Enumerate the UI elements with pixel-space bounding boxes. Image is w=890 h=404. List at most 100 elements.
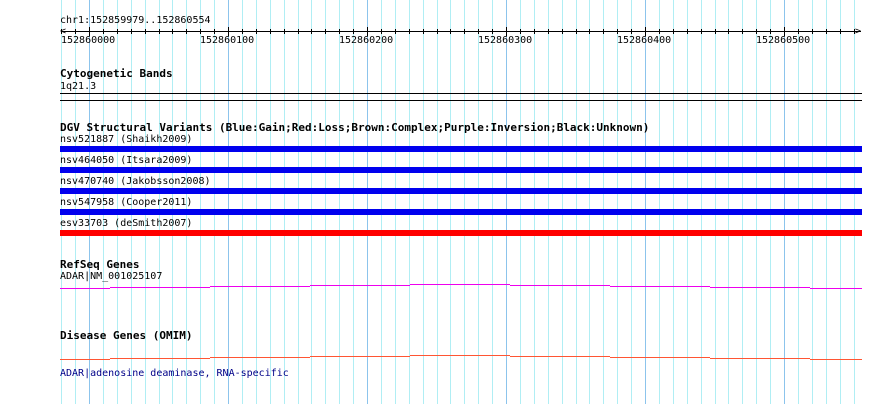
minor-grid-line: [450, 0, 451, 404]
minor-grid-line: [492, 0, 493, 404]
dgv-variant-label[interactable]: nsv547958 (Cooper2011): [60, 197, 192, 208]
dgv-variant-label[interactable]: nsv464050 (Itsara2009): [60, 155, 192, 166]
ruler-tick: [728, 29, 729, 34]
minor-grid-line: [687, 0, 688, 404]
ruler-tick: [840, 29, 841, 34]
ruler-tick: [131, 29, 132, 34]
ruler-label: 152860000: [61, 35, 116, 46]
dgv-variant-bar[interactable]: [60, 188, 862, 194]
ruler-tick: [506, 27, 507, 36]
gene-segment: [810, 359, 862, 360]
ruler-tick: [520, 29, 521, 34]
ruler-tick: [409, 29, 410, 34]
ruler-tick: [617, 29, 618, 34]
gene-segment: [60, 288, 110, 289]
ruler-tick: [742, 29, 743, 34]
ruler-tick: [631, 29, 632, 34]
minor-grid-line: [395, 0, 396, 404]
minor-grid-line: [256, 0, 257, 404]
minor-grid-line: [701, 0, 702, 404]
minor-grid-line: [548, 0, 549, 404]
ruler-tick: [645, 27, 646, 36]
ruler-tick: [548, 29, 549, 34]
gene-segment: [210, 357, 310, 358]
dgv-variant-label[interactable]: nsv470740 (Jakobsson2008): [60, 176, 211, 187]
minor-grid-line: [339, 0, 340, 404]
major-grid-line: [228, 0, 229, 404]
dgv-title: DGV Structural Variants (Blue:Gain;Red:L…: [60, 121, 650, 134]
dgv-variant-bar[interactable]: [60, 209, 862, 215]
minor-grid-line: [284, 0, 285, 404]
ruler-tick: [826, 29, 827, 34]
ruler-tick: [172, 29, 173, 34]
gene-segment: [810, 288, 862, 289]
dgv-variant-bar[interactable]: [60, 167, 862, 173]
ruler-tick: [311, 29, 312, 34]
ruler-tick: [812, 29, 813, 34]
minor-grid-line: [798, 0, 799, 404]
ruler-tick: [673, 29, 674, 34]
ruler-label: 152860200: [339, 35, 394, 46]
ruler-label: 152860300: [478, 35, 533, 46]
gene-segment: [310, 285, 410, 286]
ruler-tick: [423, 29, 424, 34]
minor-grid-line: [520, 0, 521, 404]
minor-grid-line: [478, 0, 479, 404]
ruler-label: 152860500: [756, 35, 811, 46]
minor-grid-line: [826, 0, 827, 404]
ruler-tick: [798, 29, 799, 34]
ruler-tick: [464, 29, 465, 34]
ruler-tick: [854, 29, 855, 34]
gene-segment: [410, 355, 510, 356]
minor-grid-line: [381, 0, 382, 404]
gene-segment: [610, 357, 710, 358]
minor-grid-line: [325, 0, 326, 404]
ruler-tick: [534, 29, 535, 34]
dgv-variant-label[interactable]: nsv521887 (Shaikh2009): [60, 134, 192, 145]
dgv-variant-bar[interactable]: [60, 146, 862, 152]
minor-grid-line: [854, 0, 855, 404]
gene-segment: [60, 359, 110, 360]
refseq-gene-label[interactable]: ADAR|NM_001025107: [60, 271, 162, 282]
ruler-tick: [186, 29, 187, 34]
ruler-tick: [701, 29, 702, 34]
gene-segment: [310, 356, 410, 357]
minor-grid-line: [715, 0, 716, 404]
gene-segment: [710, 287, 810, 288]
cytoband-label[interactable]: 1q21.3: [60, 81, 96, 92]
minor-grid-line: [631, 0, 632, 404]
ruler-tick: [478, 29, 479, 34]
dgv-variant-label[interactable]: esv33703 (deSmith2007): [60, 218, 192, 229]
cytoband-line: [60, 100, 862, 101]
gene-segment: [710, 358, 810, 359]
minor-grid-line: [589, 0, 590, 404]
ruler-tick: [339, 29, 340, 34]
ruler-tick: [103, 29, 104, 34]
minor-grid-line: [673, 0, 674, 404]
genome-browser: chr1:152859979..152860554 < > 152860000 1…: [0, 0, 890, 404]
gene-segment: [410, 284, 510, 285]
minor-grid-line: [464, 0, 465, 404]
ruler-tick: [117, 29, 118, 34]
ruler-tick: [284, 29, 285, 34]
gene-segment: [510, 285, 610, 286]
ruler-tick: [145, 29, 146, 34]
major-grid-line: [784, 0, 785, 404]
minor-grid-line: [409, 0, 410, 404]
ruler-tick: [214, 29, 215, 34]
minor-grid-line: [214, 0, 215, 404]
ruler-tick: [256, 29, 257, 34]
ruler-tick: [687, 29, 688, 34]
major-grid-line: [506, 0, 507, 404]
gene-segment: [510, 356, 610, 357]
minor-grid-line: [562, 0, 563, 404]
dgv-variant-bar[interactable]: [60, 230, 862, 236]
gene-segment: [110, 287, 210, 288]
cytoband-line: [60, 93, 862, 94]
ruler-tick: [576, 29, 577, 34]
ruler-tick: [450, 29, 451, 34]
omim-gene-label[interactable]: ADAR|adenosine deaminase, RNA-specific: [60, 368, 289, 379]
ruler-tick: [784, 27, 785, 36]
minor-grid-line: [603, 0, 604, 404]
minor-grid-line: [311, 0, 312, 404]
